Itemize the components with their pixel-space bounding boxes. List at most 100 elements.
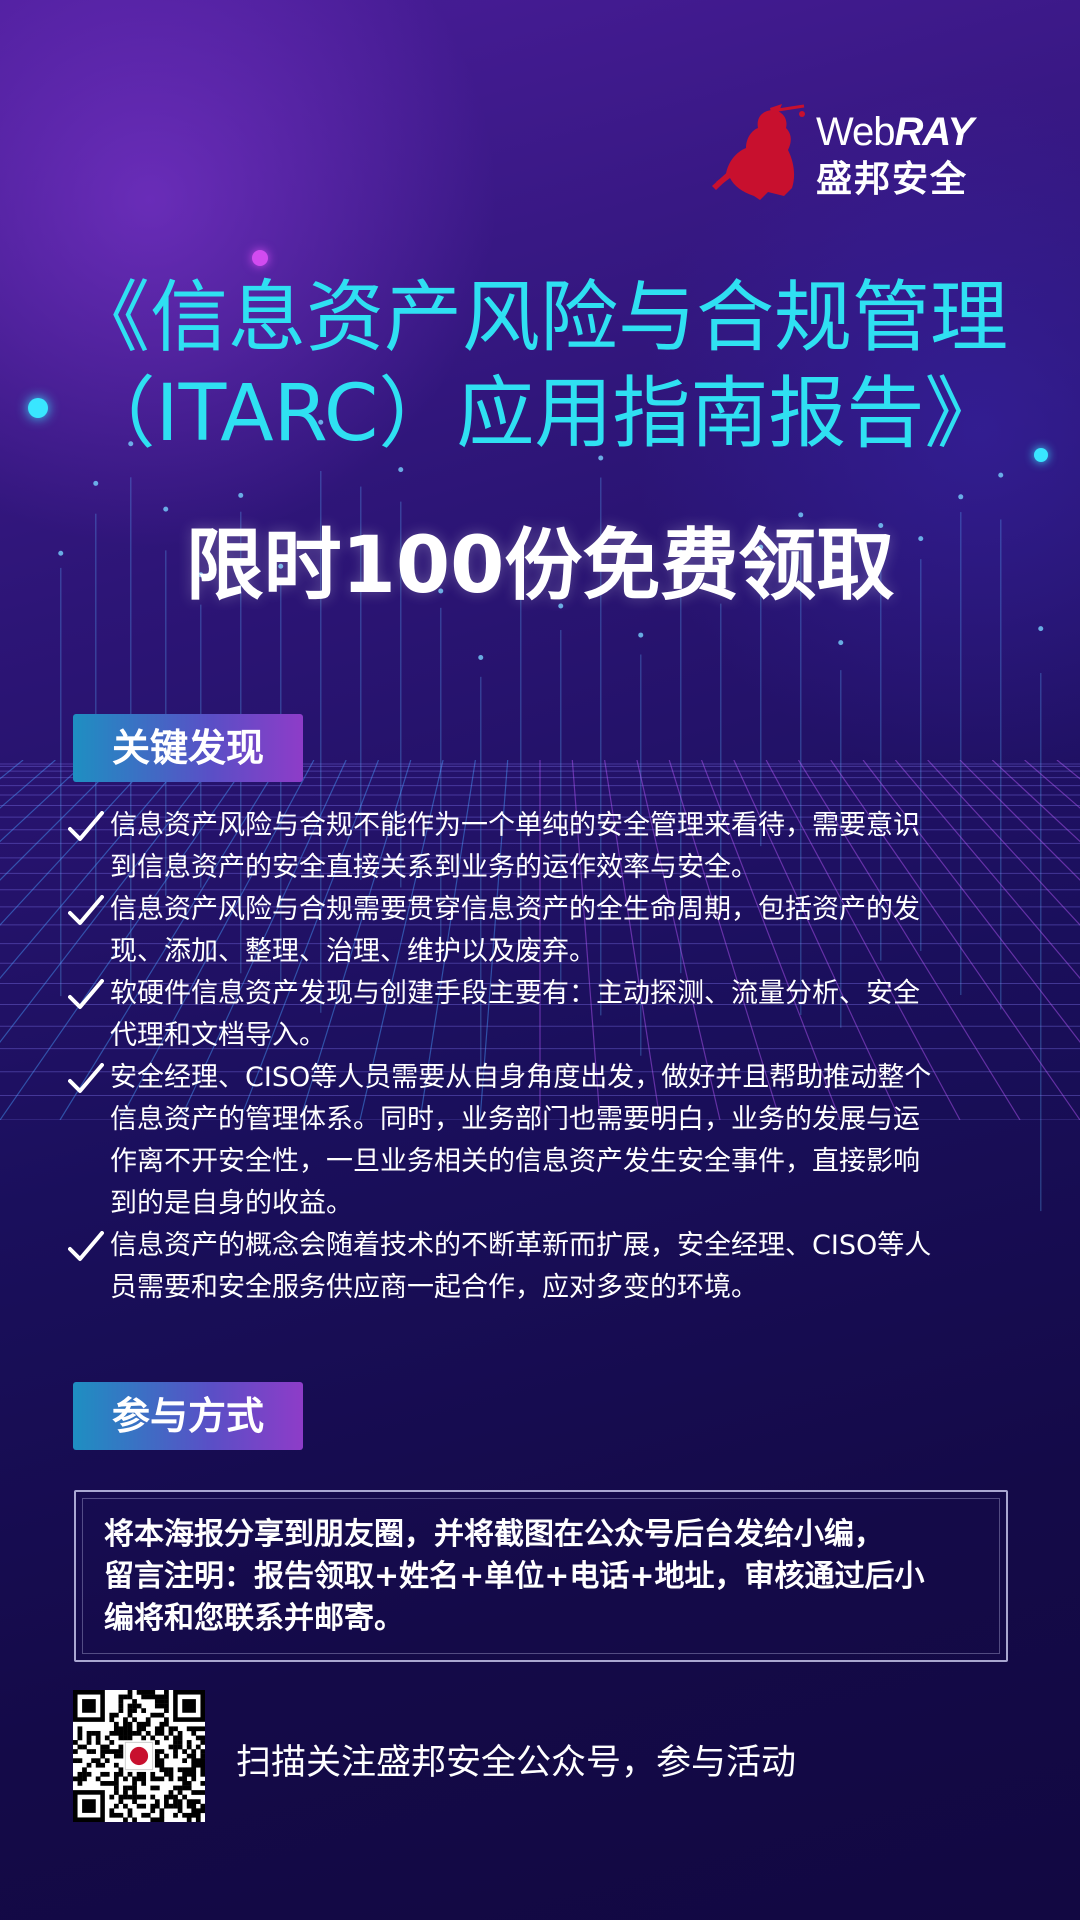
qr-module — [195, 1817, 201, 1822]
qr-module — [177, 1735, 183, 1741]
qr-finder — [182, 1699, 196, 1713]
qr-module — [191, 1726, 197, 1732]
qr-module — [100, 1749, 106, 1754]
qr-module — [195, 1758, 201, 1764]
qr-module — [127, 1690, 133, 1695]
finding-text-line: 信息资产的概念会随着技术的不断革新而扩展，安全经理、CISO等人 — [110, 1230, 932, 1261]
qr-module — [177, 1776, 183, 1782]
qr-module — [123, 1730, 128, 1736]
qr-module — [145, 1721, 151, 1727]
qr-module — [150, 1735, 156, 1741]
qr-module — [200, 1790, 205, 1795]
qr-module — [77, 1730, 83, 1736]
check-icon — [68, 1063, 104, 1093]
qr-module — [136, 1803, 142, 1809]
qr-module — [191, 1812, 197, 1818]
qr-module — [77, 1776, 83, 1782]
qr-module — [164, 1803, 169, 1809]
finding-text-line: 代理和文档导入。 — [110, 1020, 326, 1051]
finding-text-line: 到信息资产的安全直接关系到业务的运作效率与安全。 — [110, 852, 758, 883]
qr-module — [104, 1735, 110, 1741]
qr-module — [132, 1794, 137, 1800]
qr-module — [191, 1771, 197, 1777]
qr-module — [132, 1703, 137, 1709]
qr-module — [200, 1735, 205, 1741]
qr-module — [182, 1758, 187, 1764]
qr-module — [159, 1726, 165, 1732]
qr-module — [186, 1740, 192, 1745]
qr-module — [118, 1744, 124, 1750]
qr-module — [173, 1799, 178, 1804]
instruction-line: 将本海报分享到朋友圈，并将截图在公众号后台发给小编， — [104, 1517, 884, 1552]
qr-module — [164, 1753, 169, 1759]
qr-finder — [82, 1799, 96, 1813]
qr-module — [164, 1771, 169, 1777]
qr-module — [154, 1785, 160, 1791]
qr-module — [127, 1785, 133, 1791]
participation-instructions: 将本海报分享到朋友圈，并将截图在公众号后台发给小编， 留言注明：报告领取+姓名+… — [104, 1514, 984, 1640]
qr-module — [182, 1767, 187, 1773]
qr-module — [127, 1808, 133, 1814]
qr-module — [95, 1740, 101, 1745]
qr-module — [200, 1758, 205, 1764]
qr-module — [113, 1771, 119, 1777]
qr-center-logo-mark — [129, 1746, 149, 1766]
qr-module — [182, 1776, 187, 1782]
qr-module — [164, 1767, 169, 1773]
qr-module — [113, 1776, 119, 1782]
qr-module — [195, 1799, 201, 1804]
finding-item: 信息资产风险与合规不能作为一个单纯的安全管理来看待，需要意识 到信息资产的安全直… — [68, 805, 1018, 889]
finding-text-line: 作离不开安全性，一旦业务相关的信息资产发生安全事件，直接影响 — [110, 1146, 920, 1177]
qr-module — [200, 1762, 205, 1768]
grid-line — [1056, 760, 1080, 780]
qr-module — [154, 1699, 160, 1704]
qr-module — [118, 1699, 124, 1704]
qr-module — [118, 1771, 124, 1777]
qr-module — [177, 1803, 183, 1809]
finding-text-line: 到的是自身的收益。 — [110, 1188, 353, 1219]
qr-module — [195, 1762, 201, 1768]
qr-module — [141, 1803, 147, 1809]
qr-module — [109, 1794, 115, 1800]
light-particle — [638, 632, 644, 638]
qr-module — [127, 1708, 133, 1713]
qr-module — [118, 1794, 124, 1800]
qr-module — [154, 1776, 160, 1782]
qr-module — [200, 1808, 205, 1814]
qr-module — [191, 1762, 197, 1768]
qr-module — [164, 1699, 169, 1704]
light-particle — [838, 640, 844, 646]
qr-module — [95, 1730, 101, 1736]
qr-module — [73, 1776, 78, 1782]
qr-module — [132, 1790, 137, 1795]
qr-module — [113, 1712, 119, 1718]
qr-module — [104, 1758, 110, 1764]
grid-line — [0, 760, 24, 780]
qr-module — [154, 1712, 160, 1718]
qr-module — [145, 1694, 151, 1700]
qr-module — [104, 1744, 110, 1750]
finding-text-line: 信息资产风险与合规不能作为一个单纯的安全管理来看待，需要意识 — [110, 810, 920, 841]
qr-module — [195, 1726, 201, 1732]
qr-module — [136, 1776, 142, 1782]
qr-module — [95, 1776, 101, 1782]
qr-module — [136, 1771, 142, 1777]
qr-module — [104, 1749, 110, 1754]
qr-module — [113, 1812, 119, 1818]
brand-name-en: WebRAY — [816, 110, 974, 154]
qr-module — [123, 1790, 128, 1795]
qr-module — [109, 1712, 115, 1718]
qr-module — [150, 1794, 156, 1800]
qr-module — [177, 1785, 183, 1791]
qr-module — [150, 1771, 156, 1777]
qr-module — [123, 1785, 128, 1791]
qr-module — [95, 1762, 101, 1768]
qr-module — [100, 1771, 106, 1777]
qr-module — [168, 1803, 174, 1809]
brand-name-cn: 盛邦安全 — [816, 159, 969, 200]
key-findings-tag: 关键发现 — [73, 714, 303, 782]
qr-finder — [82, 1699, 96, 1713]
qr-module — [159, 1758, 165, 1764]
qr-module — [77, 1726, 83, 1732]
qr-code-icon[interactable] — [73, 1690, 205, 1822]
